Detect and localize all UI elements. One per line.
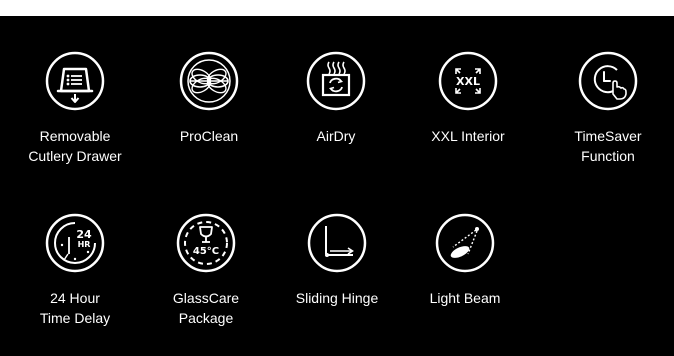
xxl-text: XXL [456,75,480,88]
proclean-icon [179,51,239,111]
feature-airdry: AirDry [271,50,401,146]
time-delay-24h-icon: 24 HR [45,213,105,273]
feature-label: Removable Cutlery Drawer [28,128,122,164]
feature-removable-cutlery-drawer: Removable Cutlery Drawer [10,50,140,166]
feature-light-beam: Light Beam [400,212,530,308]
feature-glasscare: 45°C GlassCare Package [141,212,271,328]
feature-label: AirDry [316,128,356,144]
cutlery-drawer-icon [45,51,105,111]
feature-label: Sliding Hinge [295,290,379,306]
features-panel: Removable Cutlery Drawer ProClean AirDry… [0,16,674,356]
feature-label: 24 Hour Time Delay [39,290,111,326]
feature-label: ProClean [179,128,239,144]
feature-label: GlassCare Package [172,290,240,326]
light-beam-icon [435,213,495,273]
feature-label: XXL Interior [431,128,505,144]
feature-xxl-interior: XXL XXL Interior [403,50,533,146]
airdry-icon [306,51,366,111]
feature-label: Light Beam [429,290,501,306]
feature-label: TimeSaver Function [574,128,642,164]
delay-unit-text: HR [78,240,91,249]
timesaver-icon [578,51,638,111]
feature-24-hour-time-delay: 24 HR 24 Hour Time Delay [10,212,140,328]
glasscare-icon: 45°C [176,213,236,273]
feature-proclean: ProClean [144,50,274,146]
glasscare-temp-text: 45°C [193,246,219,257]
xxl-interior-icon: XXL [438,51,498,111]
feature-timesaver: TimeSaver Function [543,50,673,166]
feature-sliding-hinge: Sliding Hinge [272,212,402,308]
sliding-hinge-icon [307,213,367,273]
